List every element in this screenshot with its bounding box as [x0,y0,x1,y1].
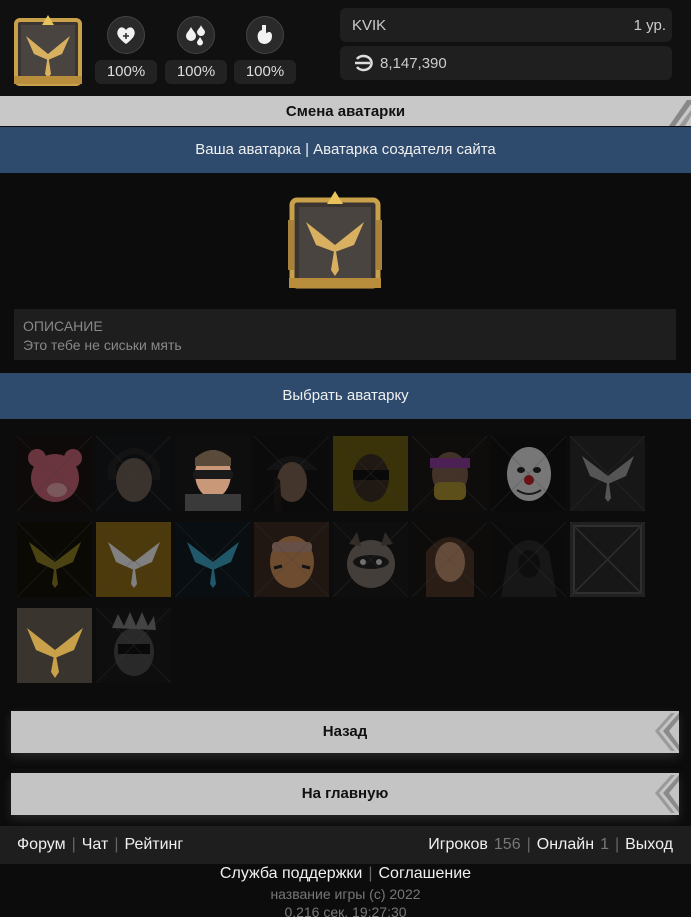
tab-creator-avatar[interactable]: Аватарка создателя сайта [313,141,496,158]
stomach-icon [246,16,284,54]
golden-bird-emblem-icon [14,15,82,86]
player-avatar[interactable] [12,14,84,88]
avatar-option[interactable] [333,436,408,511]
player-info[interactable]: KVIK 1 ур. [340,8,672,42]
health-value: 100% [95,60,157,84]
online-link[interactable]: Онлайн [537,836,594,853]
avatar-option[interactable] [175,522,250,597]
description-text: Это тебе не сиськи мять [23,337,182,353]
copyright: название игры (c) 2022 [270,886,421,902]
avatar-option[interactable] [570,436,645,511]
player-name: KVIK [352,17,387,34]
avatar-option[interactable] [491,436,566,511]
avatar-option[interactable] [17,522,92,597]
water-stat: 100% [165,16,227,84]
food-value: 100% [234,60,296,84]
chat-link[interactable]: Чат [82,836,109,853]
agreement-link[interactable]: Соглашение [379,865,472,882]
page-title-text: Смена аватарки [285,103,406,120]
avatar-option[interactable] [491,522,566,597]
golden-bird-emblem-icon [288,191,382,289]
avatar-tabs: Ваша аватарка | Аватарка создателя сайта [0,127,691,173]
heart-icon [107,16,145,54]
home-button[interactable]: На главную [11,773,679,815]
current-avatar [288,190,382,294]
avatar-option[interactable] [17,608,92,683]
separator: | [71,836,76,853]
avatar-option[interactable] [175,436,250,511]
avatar-option[interactable] [17,436,92,511]
back-button[interactable]: Назад [11,711,679,753]
tab-separator: | [305,141,309,158]
back-button-label: Назад [322,723,368,740]
separator: | [526,836,531,853]
player-level: 1 ур. [633,17,666,34]
description-label: ОПИСАНИЕ [23,318,103,334]
chevron-decoration-icon [655,713,679,751]
tab-own-avatar[interactable]: Ваша аватарка [195,141,301,158]
avatar-option[interactable] [96,436,171,511]
rating-link[interactable]: Рейтинг [124,836,183,853]
footer-nav: Форум | Чат | Рейтинг Игроков 156 | Онлайн 1 | Вых… [0,826,691,864]
page-title: Смена аватарки [0,96,691,126]
online-count: 1 [600,836,609,853]
logout-link[interactable]: Выход [625,836,673,853]
currency-icon [355,54,373,72]
avatar-option[interactable] [254,522,329,597]
players-link[interactable]: Игроков [428,836,488,853]
money-info: 8,147,390 [340,46,672,80]
page-timing: 0.216 сек. 19:27:30 [284,904,407,917]
description-box: ОПИСАНИЕ Это тебе не сиськи мять [14,309,676,360]
avatar-option[interactable] [412,522,487,597]
forum-link[interactable]: Форум [17,836,66,853]
players-count: 156 [493,836,521,853]
separator: | [114,836,119,853]
health-stat: 100% [95,16,157,84]
avatar-option[interactable] [412,436,487,511]
separator: | [368,865,373,882]
support-link[interactable]: Служба поддержки [220,865,362,882]
avatar-option[interactable] [96,608,171,683]
avatar-option[interactable] [570,522,645,597]
food-stat: 100% [234,16,296,84]
water-drops-icon [177,16,215,54]
avatar-option[interactable] [254,436,329,511]
separator: | [614,836,620,853]
choose-avatar-label: Выбрать аватарку [282,387,409,404]
home-button-label: На главную [301,785,389,802]
corner-decoration-icon [669,100,691,126]
money-value: 8,147,390 [380,55,447,72]
avatar-option[interactable] [96,522,171,597]
bottom-links: Служба поддержки | Соглашение [0,865,691,883]
avatar-option[interactable] [333,522,408,597]
choose-avatar-header: Выбрать аватарку [0,373,691,419]
water-value: 100% [165,60,227,84]
top-header: 100% 100% 100% KVIK 1 ур. 8,147,390 [0,0,691,96]
chevron-decoration-icon [655,775,679,813]
